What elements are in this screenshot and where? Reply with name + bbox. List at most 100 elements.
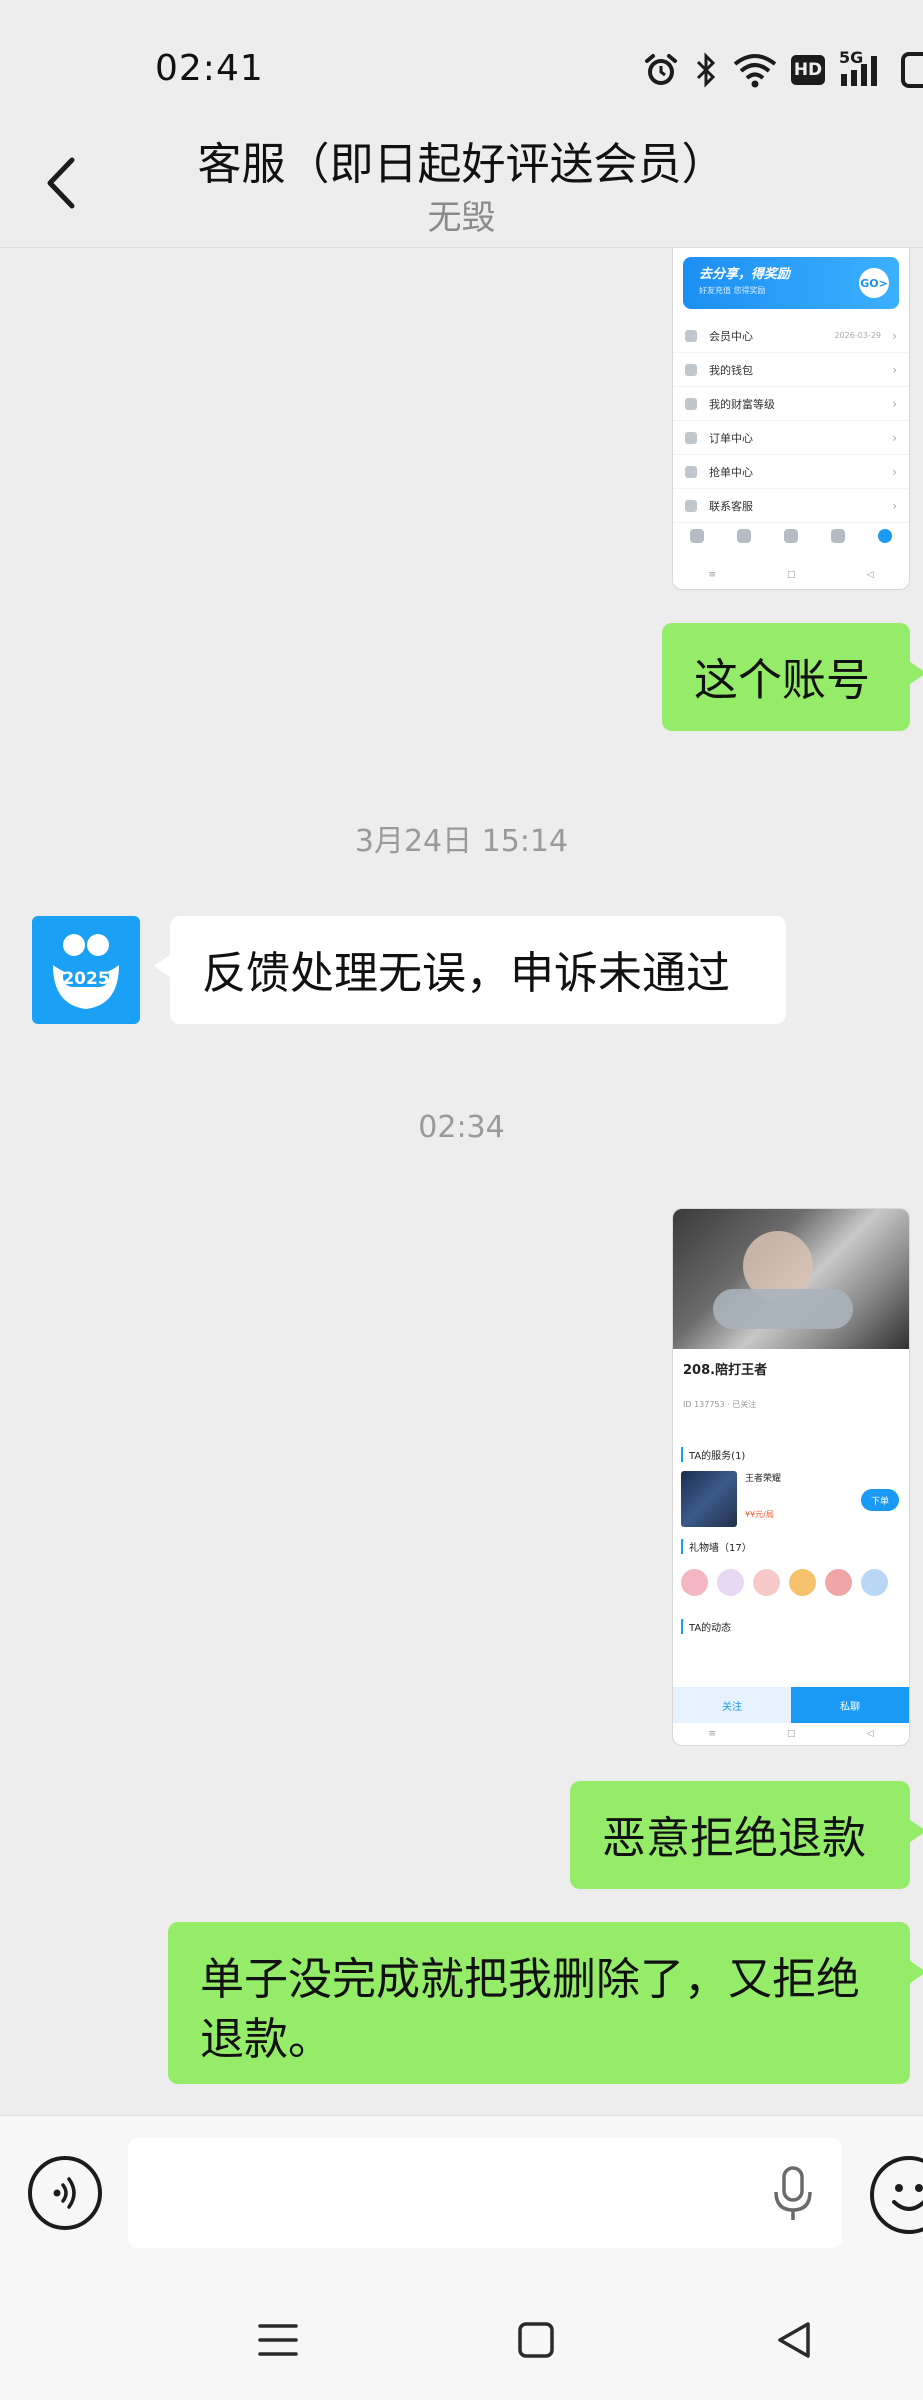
menu-item-label: 联系客服: [709, 499, 753, 513]
chevron-right-icon: ›: [892, 328, 897, 343]
menu-item-label: 抢单中心: [709, 465, 753, 479]
menu-item-label: 我的钱包: [709, 363, 753, 377]
emoji-button[interactable]: [870, 2156, 923, 2234]
input-bar: [0, 2115, 923, 2265]
microphone-icon[interactable]: [770, 2164, 816, 2224]
sent-message-bubble[interactable]: 单子没完成就把我删除了，又拒绝退款。: [168, 1922, 923, 2084]
system-home-button[interactable]: [506, 2310, 566, 2370]
tab-home-icon: [689, 529, 704, 543]
network-label: 5G: [839, 48, 864, 67]
image-message-profile-menu[interactable]: 去分享，得奖励 好友充值 您得奖励 GO> 会员中心 2026-03-29 › 我的…: [672, 248, 910, 590]
menu-item-label: 订单中心: [709, 431, 753, 445]
menu-item-orders: 订单中心 ›: [673, 421, 909, 455]
gifts-title: 礼物墙（17）: [681, 1539, 752, 1554]
gift-wall: [681, 1569, 888, 1596]
message-list[interactable]: 去分享，得奖励 好友充值 您得奖励 GO> 会员中心 2026-03-29 › 我的…: [0, 248, 923, 2115]
menu-icon: ≡: [708, 570, 717, 580]
system-back-button[interactable]: [764, 2310, 824, 2370]
hd-label: HD: [793, 60, 823, 80]
profile-action-bar: 关注 私聊: [673, 1687, 909, 1723]
menu-item-label: 我的财富等级: [709, 397, 775, 411]
message-timestamp: 3月24日 15:14: [354, 824, 569, 859]
voice-input-button[interactable]: [28, 2156, 102, 2230]
promo-go-button: GO>: [859, 268, 889, 298]
wealth-icon: [685, 397, 697, 410]
chevron-right-icon: ›: [892, 464, 897, 479]
member-icon: [685, 329, 697, 342]
battery-icon: [901, 52, 923, 88]
5g-signal-icon: 5G: [839, 48, 887, 88]
back-icon: [778, 2322, 810, 2358]
chevron-right-icon: ›: [892, 430, 897, 445]
voice-input-icon: [53, 2177, 76, 2209]
home-icon: □: [787, 1729, 796, 1739]
gift-icon: [681, 1569, 708, 1596]
chevron-right-icon: ›: [892, 362, 897, 377]
promo-banner: 去分享，得奖励 好友充值 您得奖励 GO>: [683, 257, 899, 309]
emoji-icon: [892, 2184, 923, 2211]
promo-banner-subtitle: 好友充值 您得奖励: [699, 286, 766, 295]
menu-item-date: 2026-03-29: [834, 331, 882, 340]
system-menu-button[interactable]: [248, 2310, 308, 2370]
screenshot-system-nav: ≡ □ ◁: [673, 567, 909, 583]
bluetooth-icon: [696, 52, 716, 88]
game-title: 王者荣耀: [745, 1474, 782, 1484]
tab-me-icon: [878, 529, 893, 543]
message-input[interactable]: [128, 2138, 842, 2248]
tab-discover-icon: [736, 529, 751, 543]
lightning-icon: [685, 465, 697, 478]
profile-meta: ID 137753 · 已关注: [683, 1400, 757, 1409]
status-icons: HD 5G: [643, 48, 923, 92]
home-icon: □: [787, 570, 796, 580]
chat-subtitle: 无毁: [427, 198, 496, 238]
moments-title: TA的动态: [681, 1619, 731, 1634]
orders-icon: [685, 431, 697, 444]
avatar-text: 2025: [62, 969, 110, 989]
wallet-icon: [685, 363, 697, 376]
follow-button: 关注: [673, 1687, 791, 1723]
gift-icon: [717, 1569, 744, 1596]
system-navigation-bar: [0, 2265, 923, 2400]
game-price: ¥¥元/局: [745, 1510, 774, 1519]
person-arm: [713, 1289, 853, 1329]
support-avatar[interactable]: 2025: [32, 916, 140, 1024]
wifi-icon: [733, 54, 777, 88]
gift-icon: [825, 1569, 852, 1596]
received-message-bubble[interactable]: 反馈处理无误，申诉未通过: [154, 916, 786, 1024]
order-button: 下单: [861, 1489, 899, 1511]
menu-item-grab-orders: 抢单中心 ›: [673, 455, 909, 489]
promo-banner-title: 去分享，得奖励: [699, 267, 791, 282]
profile-cover-photo: [673, 1209, 909, 1349]
screenshot-system-nav: ≡ □ ◁: [673, 1727, 909, 1741]
home-icon: [518, 2322, 554, 2358]
menu-item-wealth-level: 我的财富等级 ›: [673, 387, 909, 421]
gift-icon: [753, 1569, 780, 1596]
chat-header: 客服（即日起好评送会员） 无毁: [0, 118, 923, 248]
back-icon: ◁: [866, 1729, 874, 1739]
tab-message-icon: [831, 529, 846, 543]
gift-icon: [861, 1569, 888, 1596]
status-time: 02:41: [155, 48, 264, 89]
tab-video-icon: [783, 529, 798, 543]
support-icon: [685, 499, 697, 512]
menu-item-wallet: 我的钱包 ›: [673, 353, 909, 387]
status-bar: 02:41 HD 5G: [0, 0, 923, 130]
menu-icon: [258, 2324, 298, 2356]
app-tab-bar: [673, 519, 909, 553]
menu-item-contact-support: 联系客服 ›: [673, 489, 909, 523]
game-thumbnail: [681, 1471, 737, 1527]
profile-menu-list: 会员中心 2026-03-29 › 我的钱包 › 我的财富等级 › 订单中心 › 抢单中心…: [673, 319, 909, 523]
message-timestamp: 02:34: [418, 1110, 505, 1145]
back-icon: ◁: [866, 570, 874, 580]
profile-name: 208.陪打王者: [683, 1363, 768, 1378]
services-title: TA的服务(1): [681, 1447, 745, 1462]
sent-message-bubble[interactable]: 这个账号: [662, 623, 923, 731]
menu-icon: ≡: [708, 1729, 717, 1739]
menu-item-label: 会员中心: [709, 329, 753, 343]
private-chat-button: 私聊: [791, 1687, 909, 1723]
alarm-icon: [645, 54, 677, 85]
sent-message-bubble[interactable]: 恶意拒绝退款: [570, 1781, 923, 1889]
menu-item-member-center: 会员中心 2026-03-29 ›: [673, 319, 909, 353]
hd-icon: HD: [791, 55, 825, 85]
image-message-profile-page[interactable]: 208.陪打王者 ID 137753 · 已关注 TA的服务(1) 王者荣耀 ¥…: [672, 1208, 910, 1746]
